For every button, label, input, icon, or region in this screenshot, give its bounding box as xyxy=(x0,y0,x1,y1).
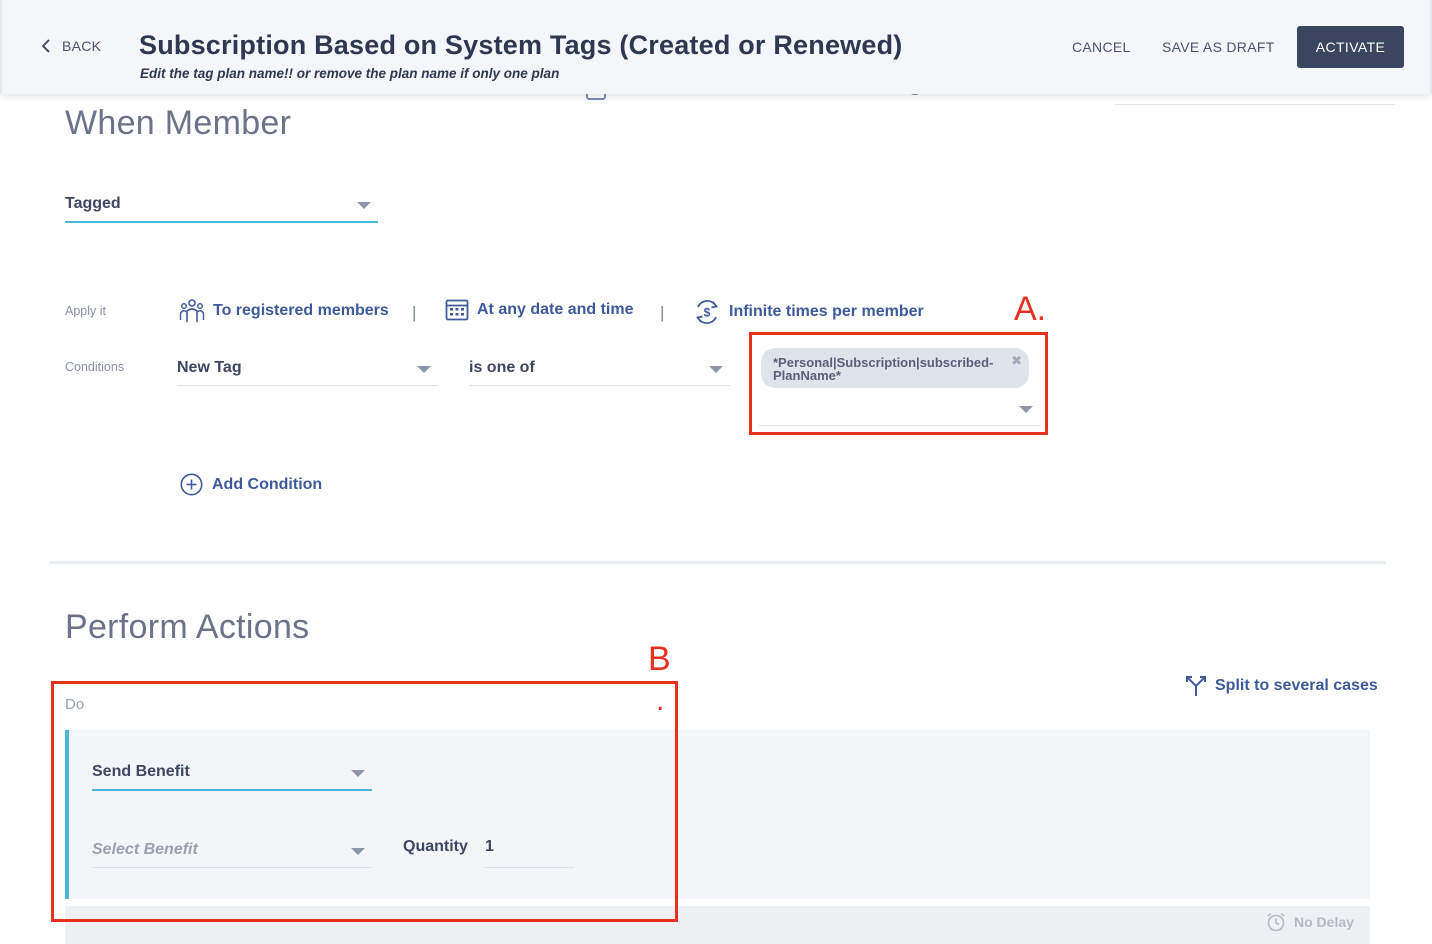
annotation-box-b xyxy=(51,681,678,922)
condition-operator-value: is one of xyxy=(469,359,535,376)
back-button[interactable]: BACK xyxy=(40,38,101,54)
annotation-label-b: B xyxy=(648,640,671,678)
apply-date-time-link[interactable]: At any date and time xyxy=(445,298,633,322)
separator: | xyxy=(660,303,665,322)
page-header: BACK Subscription Based on System Tags (… xyxy=(0,0,1432,94)
apply-it-label: Apply it xyxy=(65,304,106,318)
split-icon xyxy=(1186,676,1206,696)
add-condition-button[interactable]: Add Condition xyxy=(180,473,322,496)
calendar-icon xyxy=(445,299,469,321)
separator: | xyxy=(412,303,417,322)
conditions-label: Conditions xyxy=(65,360,125,374)
condition-operator-dropdown[interactable]: is one of xyxy=(469,350,730,386)
save-as-draft-button[interactable]: SAVE AS DRAFT xyxy=(1162,39,1275,55)
members-icon xyxy=(179,299,205,322)
page-title[interactable]: Subscription Based on System Tags (Creat… xyxy=(139,30,902,61)
annotation-dot-b: . xyxy=(656,684,665,717)
hidden-toolbar-underline xyxy=(1115,104,1395,105)
condition-field-value: New Tag xyxy=(177,359,242,376)
caret-down-icon xyxy=(357,202,371,209)
chevron-left-icon xyxy=(41,39,50,53)
annotation-box-a xyxy=(749,332,1048,435)
caret-down-icon xyxy=(709,366,723,373)
cancel-button[interactable]: CANCEL xyxy=(1072,39,1131,55)
no-delay-toggle[interactable]: No Delay xyxy=(1266,912,1354,932)
split-cases-button[interactable]: Split to several cases xyxy=(1185,675,1378,697)
split-cases-label: Split to several cases xyxy=(1215,677,1378,694)
svg-text:$: $ xyxy=(704,306,711,320)
condition-field-dropdown[interactable]: New Tag xyxy=(177,350,438,386)
apply-date-time-label: At any date and time xyxy=(477,301,634,318)
no-delay-label: No Delay xyxy=(1294,914,1354,930)
recurring-dollar-icon: $ xyxy=(695,299,719,325)
back-label: BACK xyxy=(62,38,102,54)
add-condition-label: Add Condition xyxy=(212,475,323,493)
activate-button[interactable]: ACTIVATE xyxy=(1297,26,1404,68)
apply-registered-members-link[interactable]: To registered members xyxy=(179,298,389,324)
apply-registered-members-label: To registered members xyxy=(213,302,389,319)
perform-actions-title: Perform Actions xyxy=(65,608,310,646)
page-subtitle: Edit the tag plan name!! or remove the p… xyxy=(140,66,560,81)
trigger-dropdown[interactable]: Tagged xyxy=(65,185,378,223)
section-divider xyxy=(49,561,1386,564)
apply-times-per-member-label: Infinite times per member xyxy=(729,303,924,320)
annotation-label-a: A. xyxy=(1014,290,1047,328)
caret-down-icon xyxy=(417,366,431,373)
apply-times-per-member-link[interactable]: $ Infinite times per member xyxy=(693,298,924,326)
when-member-title: When Member xyxy=(65,104,292,142)
alarm-clock-icon xyxy=(1267,912,1285,932)
trigger-value: Tagged xyxy=(65,195,121,212)
plus-circle-icon xyxy=(180,473,203,496)
